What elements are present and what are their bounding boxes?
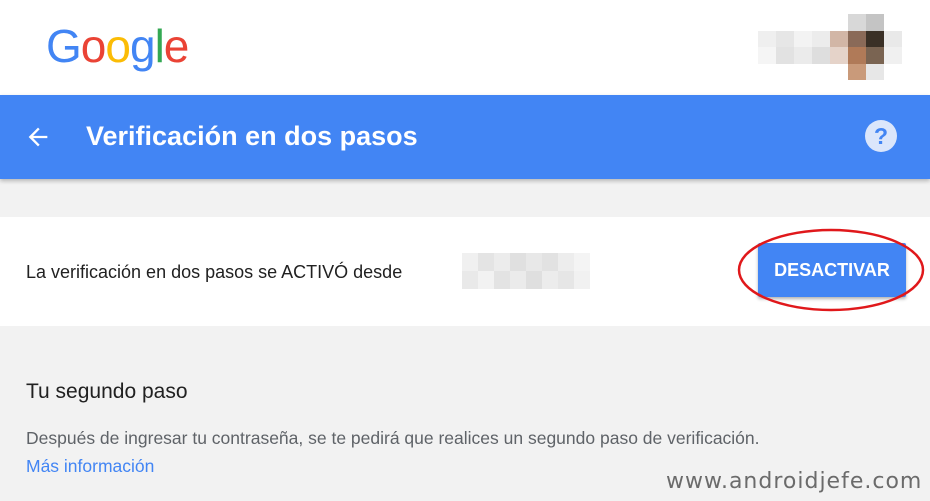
deactivate-button[interactable]: DESACTIVAR [758,243,906,297]
logo-letter: o [105,20,130,72]
activation-status-text: La verificación en dos pasos se ACTIVÓ d… [26,261,402,283]
top-header: Google [0,0,930,95]
help-circle-icon[interactable]: ? [865,120,897,152]
status-card: La verificación en dos pasos se ACTIVÓ d… [0,217,930,326]
logo-letter: e [164,20,189,72]
activation-date-pixelated [462,253,590,289]
page-titlebar: Verificación en dos pasos ? [0,95,930,179]
page-title: Verificación en dos pasos [86,117,418,155]
second-step-title: Tu segundo paso [26,378,188,406]
logo-letter: l [155,20,164,72]
logo-letter: o [81,20,106,72]
site-watermark: www.androidjefe.com [666,467,922,497]
account-avatar-pixelated[interactable] [758,14,902,80]
logo-letter: g [130,20,155,72]
arrow-back-icon[interactable] [24,123,52,151]
logo-letter: G [46,20,81,72]
second-step-description: Después de ingresar tu contraseña, se te… [26,426,760,450]
more-info-link[interactable]: Más información [26,454,154,478]
google-logo[interactable]: Google [46,20,188,72]
